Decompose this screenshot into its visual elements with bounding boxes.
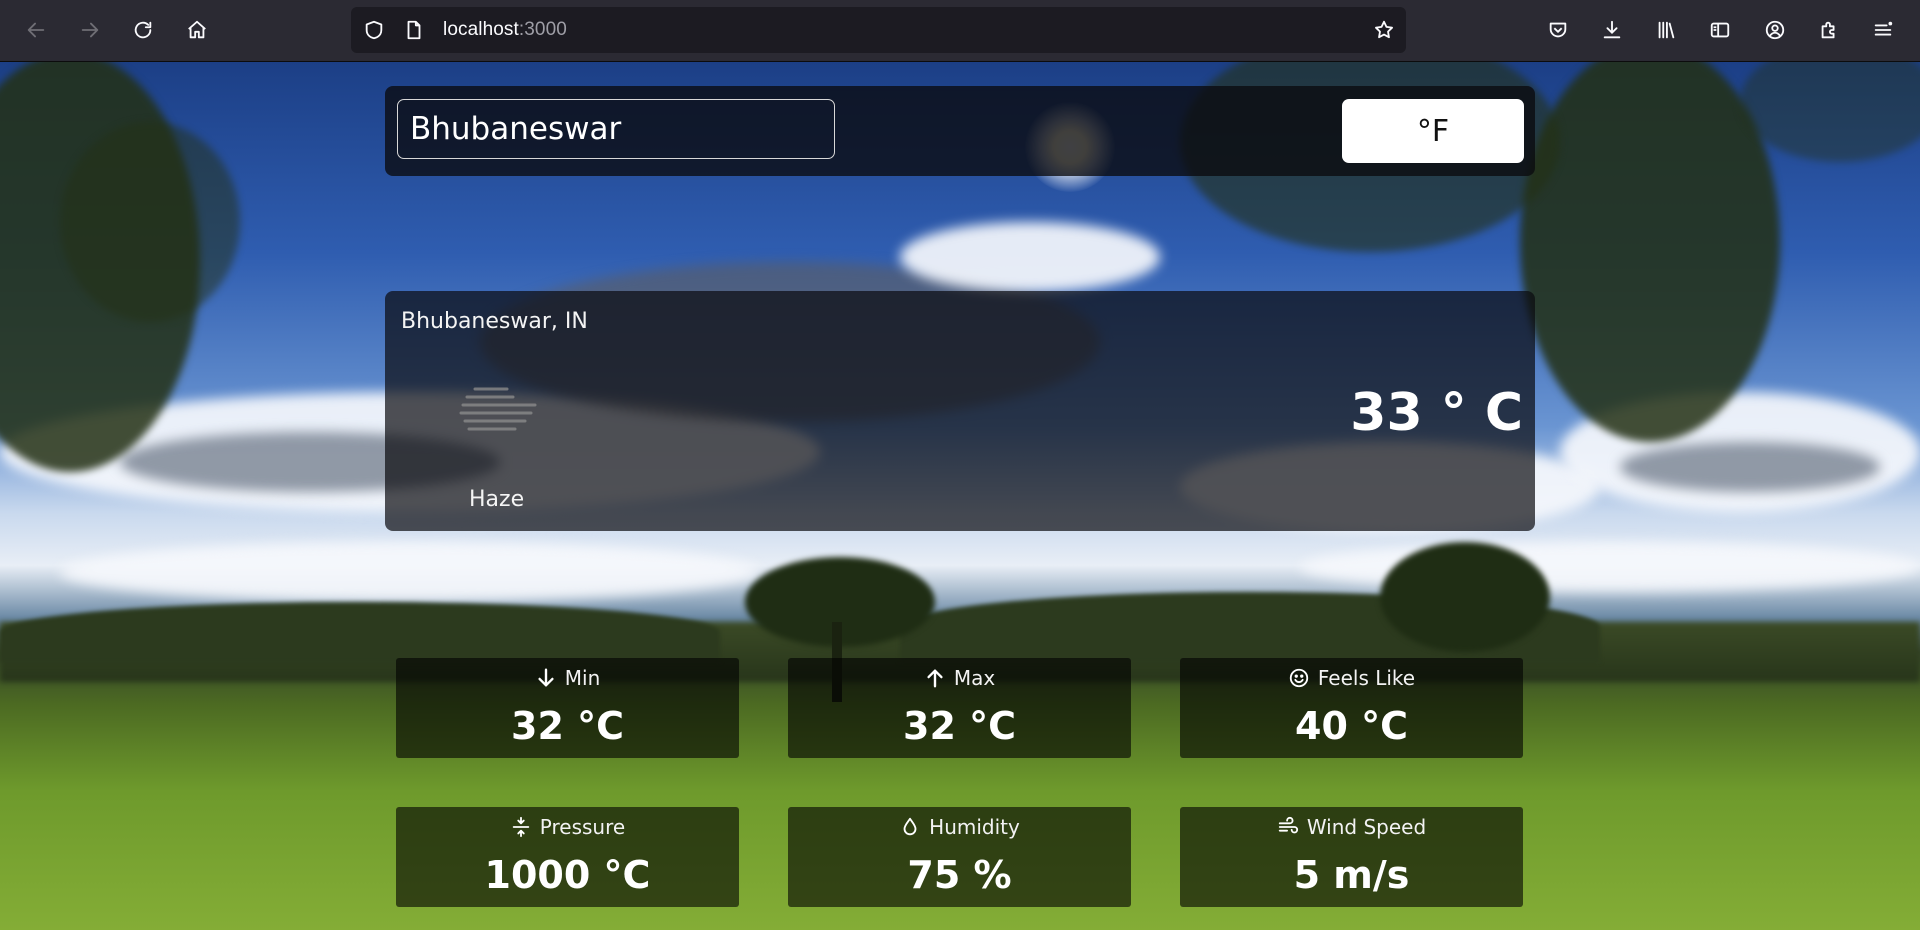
home-icon — [188, 20, 206, 39]
download-icon — [1603, 20, 1621, 39]
reload-button[interactable] — [125, 12, 161, 48]
foliage — [1520, 62, 1780, 442]
shield-icon[interactable] — [362, 18, 386, 42]
cloud — [60, 542, 760, 602]
arrow-up-icon — [927, 669, 943, 688]
url-text[interactable]: localhost:3000 — [443, 19, 567, 41]
stat-header: Max — [788, 666, 1131, 690]
cloud — [1620, 442, 1880, 492]
stat-label: Feels Like — [1317, 666, 1416, 690]
stat-header: Feels Like — [1180, 666, 1523, 690]
stat-header: Wind Speed — [1180, 815, 1523, 839]
library-icon — [1658, 21, 1675, 39]
unit-toggle-button[interactable]: °F — [1342, 99, 1524, 163]
city-search-input[interactable] — [397, 99, 835, 159]
stat-value: 40 °C — [1295, 704, 1408, 748]
foliage — [1740, 62, 1920, 162]
arrow-left-icon — [27, 22, 45, 38]
tree — [1380, 542, 1550, 652]
puzzle-icon — [1821, 21, 1835, 39]
current-temperature: 33 ° C — [1350, 383, 1523, 443]
stat-header: Humidity — [788, 815, 1131, 839]
page-viewport: °F Bhubaneswar, IN Haze 33 ° C Min 32 °C — [0, 62, 1920, 930]
url-host: localhost — [443, 19, 519, 40]
droplet-icon — [903, 817, 917, 836]
search-panel: °F — [385, 86, 1535, 176]
sidebar-icon — [1710, 22, 1730, 38]
wind-icon — [1278, 816, 1298, 834]
stat-value: 75 % — [907, 853, 1012, 897]
stat-label: Min — [564, 666, 601, 690]
stat-card-humidity: Humidity 75 % — [788, 807, 1131, 907]
back-button[interactable] — [18, 12, 54, 48]
sidebar-button[interactable] — [1702, 12, 1738, 48]
arrow-down-icon — [538, 668, 554, 687]
stat-label: Humidity — [929, 815, 1020, 839]
weather-condition: Haze — [469, 487, 525, 512]
stat-value: 32 °C — [903, 704, 1016, 748]
bookmark-star-icon[interactable] — [1372, 18, 1396, 42]
stat-label: Max — [953, 666, 996, 690]
forward-button[interactable] — [72, 12, 108, 48]
stat-label: Pressure — [539, 815, 626, 839]
cloud — [900, 222, 1160, 292]
url-port: :3000 — [518, 19, 567, 40]
menu-button[interactable] — [1865, 12, 1901, 48]
current-weather-card: Bhubaneswar, IN Haze 33 ° C — [385, 291, 1535, 531]
reload-icon — [134, 21, 152, 39]
stat-card-wind-speed: Wind Speed 5 m/s — [1180, 807, 1523, 907]
browser-toolbar: localhost:3000 — [0, 0, 1920, 62]
location-label: Bhubaneswar, IN — [401, 309, 588, 334]
stat-card-max: Max 32 °C — [788, 658, 1131, 758]
arrow-right-icon — [81, 22, 99, 38]
stat-label: Wind Speed — [1306, 815, 1427, 839]
pocket-button[interactable] — [1540, 12, 1576, 48]
downloads-button[interactable] — [1594, 12, 1630, 48]
foliage — [60, 122, 240, 322]
hill — [0, 602, 720, 662]
stat-value: 5 m/s — [1293, 853, 1410, 897]
stat-card-min: Min 32 °C — [396, 658, 739, 758]
hamburger-menu-icon — [1874, 21, 1893, 36]
stat-value: 1000 °C — [484, 853, 651, 897]
home-button[interactable] — [179, 12, 215, 48]
stat-value: 32 °C — [511, 704, 624, 748]
page-icon — [402, 18, 426, 42]
extensions-button[interactable] — [1811, 12, 1847, 48]
stat-header: Pressure — [396, 815, 739, 839]
pressure-icon — [512, 816, 530, 838]
smile-icon — [1289, 668, 1309, 688]
account-button[interactable] — [1757, 12, 1793, 48]
library-button[interactable] — [1648, 12, 1684, 48]
pocket-icon — [1549, 22, 1567, 38]
stat-card-feels-like: Feels Like 40 °C — [1180, 658, 1523, 758]
stat-header: Min — [396, 666, 739, 690]
url-bar[interactable]: localhost:3000 — [351, 7, 1406, 53]
haze-icon — [459, 387, 537, 431]
account-icon — [1765, 20, 1785, 40]
stat-card-pressure: Pressure 1000 °C — [396, 807, 739, 907]
